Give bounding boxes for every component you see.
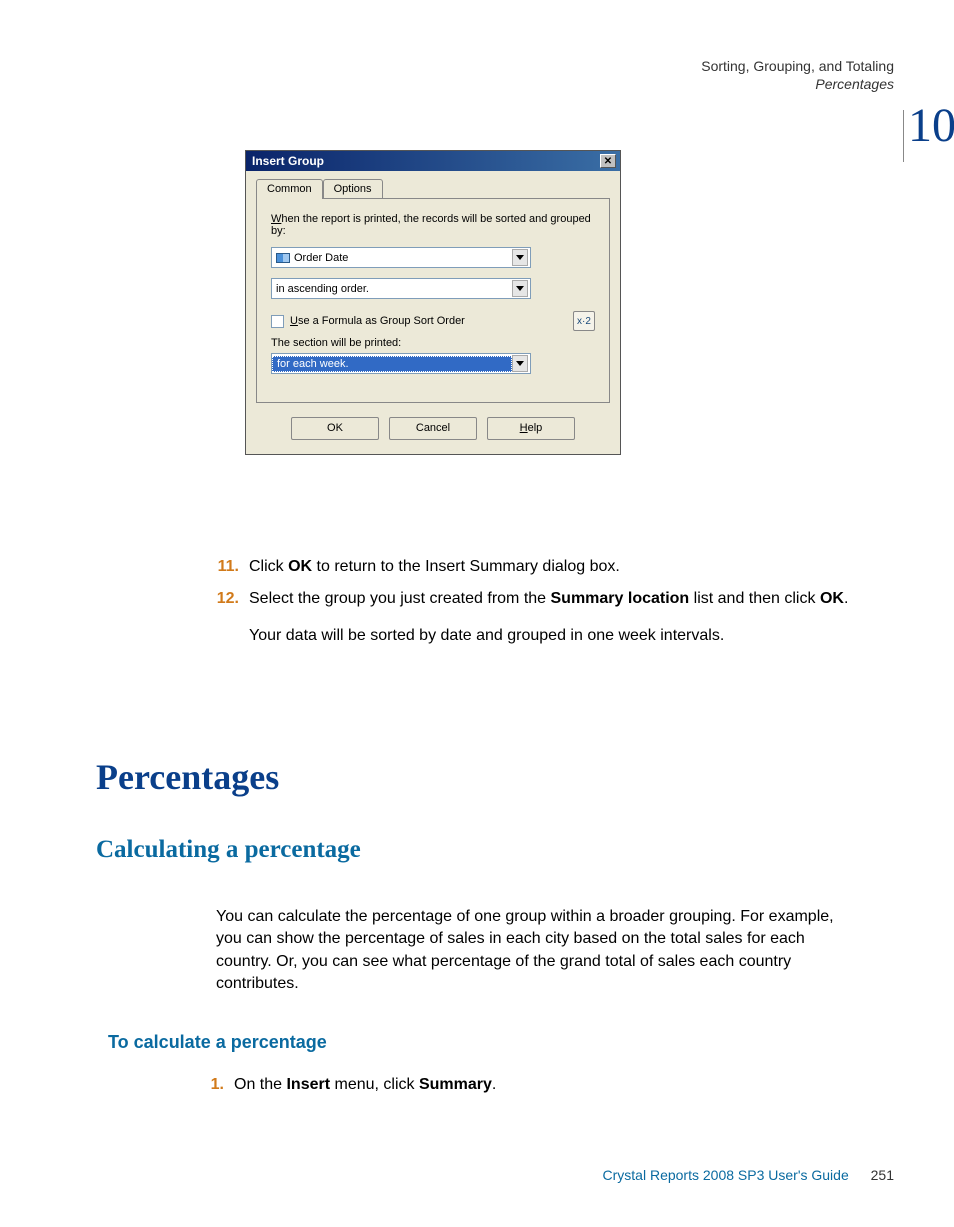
step-text: On the Insert menu, click Summary. (234, 1076, 840, 1094)
section-title: Percentages (701, 76, 894, 92)
heading-percentages: Percentages (96, 756, 279, 798)
tab-options[interactable]: Options (323, 179, 383, 199)
guide-name: Crystal Reports 2008 SP3 User's Guide (603, 1167, 849, 1183)
dropdown-arrow-icon[interactable] (512, 280, 528, 297)
sort-order-value: in ascending order. (276, 283, 369, 295)
section-print-value: for each week. (272, 356, 512, 372)
group-field-value: Order Date (294, 252, 348, 264)
help-button[interactable]: Help (487, 417, 575, 440)
formula-sort-row: Use a Formula as Group Sort Order x·2 (271, 311, 595, 331)
tab-common[interactable]: Common (256, 179, 323, 199)
chapter-number: 10 (908, 98, 954, 153)
group-instruction: When the report is printed, the records … (271, 213, 595, 237)
formula-button[interactable]: x·2 (573, 311, 595, 331)
close-button[interactable]: ✕ (600, 154, 616, 168)
tab-content: When the report is printed, the records … (256, 198, 610, 403)
dialog-title: Insert Group (252, 154, 324, 168)
formula-sort-label: Use a Formula as Group Sort Order (290, 315, 465, 327)
step-text: Select the group you just created from t… (249, 588, 855, 610)
page-number: 251 (871, 1167, 894, 1183)
heading-calculating: Calculating a percentage (96, 836, 361, 864)
step-list: 11. Click OK to return to the Insert Sum… (215, 556, 855, 647)
dialog-body: Common Options When the report is printe… (246, 171, 620, 454)
formula-icon: x·2 (577, 316, 591, 327)
dropdown-arrow-icon[interactable] (512, 355, 528, 372)
sort-order-dropdown[interactable]: in ascending order. (271, 278, 531, 299)
chapter-title: Sorting, Grouping, and Totaling (701, 58, 894, 74)
insert-group-dialog: Insert Group ✕ Common Options When the r… (245, 150, 621, 455)
step-number: 11. (215, 556, 249, 578)
section-print-label: The section will be printed: (271, 337, 595, 349)
date-field-icon (276, 253, 290, 263)
dialog-button-row: OK Cancel Help (256, 403, 610, 440)
cancel-button[interactable]: Cancel (389, 417, 477, 440)
dropdown-arrow-icon[interactable] (512, 249, 528, 266)
page-footer: Crystal Reports 2008 SP3 User's Guide 25… (603, 1167, 894, 1183)
group-field-dropdown[interactable]: Order Date (271, 247, 531, 268)
dialog-titlebar: Insert Group ✕ (246, 151, 620, 171)
step-11: 11. Click OK to return to the Insert Sum… (215, 556, 855, 578)
step-1: 1. On the Insert menu, click Summary. (200, 1076, 840, 1094)
step-result-note: Your data will be sorted by date and gro… (249, 625, 855, 647)
step-number: 12. (215, 588, 249, 610)
formula-sort-checkbox[interactable] (271, 315, 284, 328)
heading-to-calculate: To calculate a percentage (108, 1032, 327, 1053)
step-text: Click OK to return to the Insert Summary… (249, 556, 855, 578)
ok-button[interactable]: OK (291, 417, 379, 440)
page-header: Sorting, Grouping, and Totaling Percenta… (701, 58, 894, 92)
step-12: 12. Select the group you just created fr… (215, 588, 855, 610)
section-print-dropdown[interactable]: for each week. (271, 353, 531, 374)
percentage-paragraph: You can calculate the percentage of one … (216, 906, 856, 996)
tab-strip: Common Options (256, 179, 610, 199)
header-divider (903, 110, 904, 162)
step-number: 1. (200, 1076, 234, 1094)
close-icon: ✕ (604, 156, 612, 167)
